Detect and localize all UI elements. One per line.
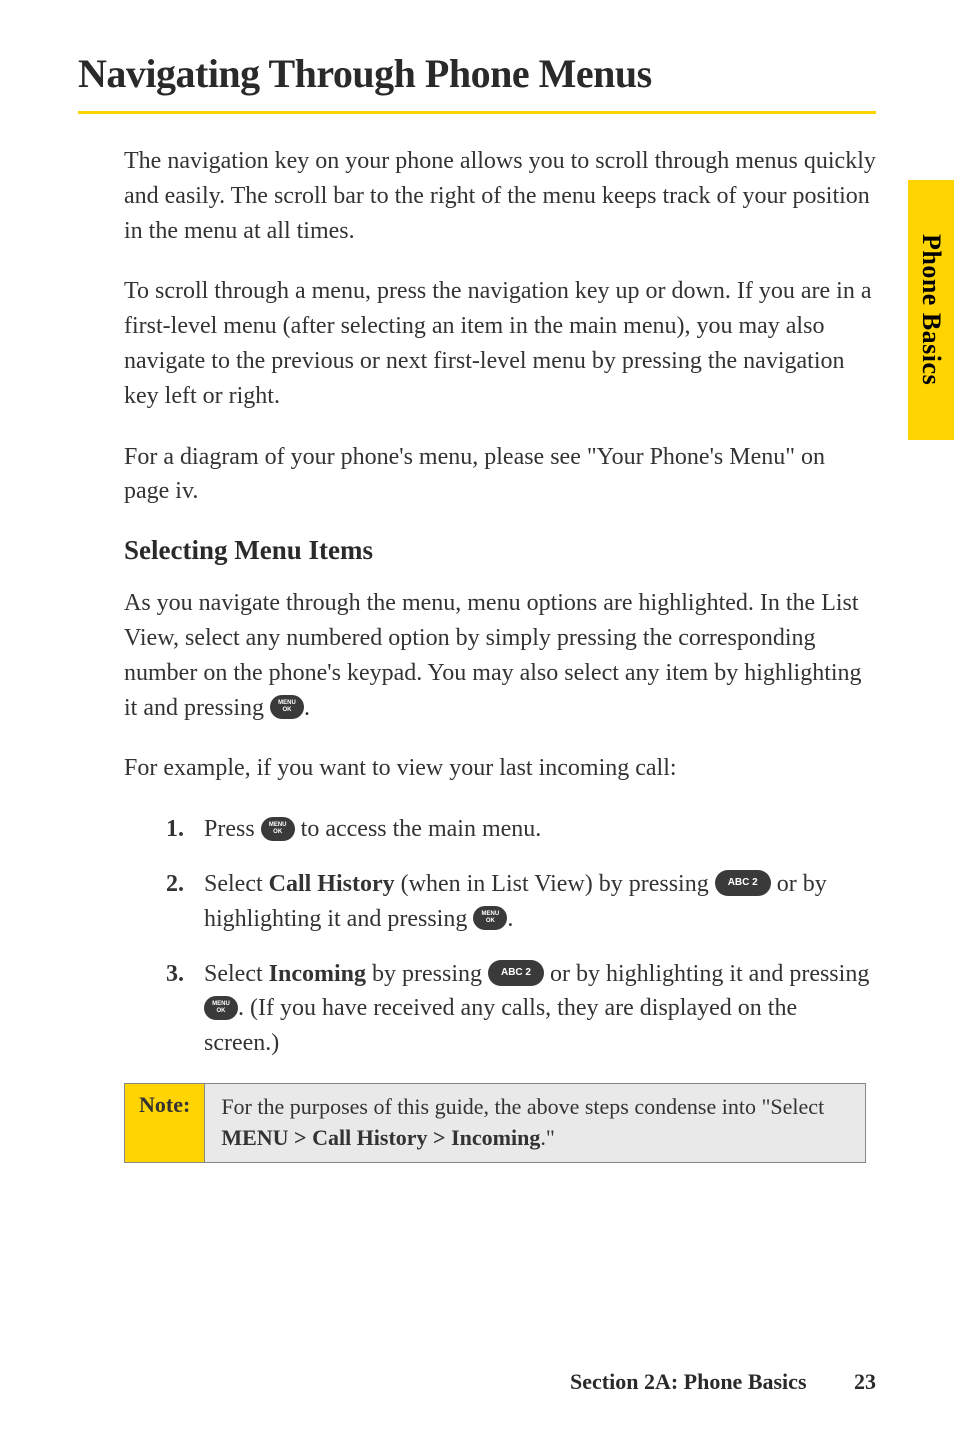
step3-d: . (If you have received any calls, they … (204, 995, 797, 1056)
list-number: 2. (166, 867, 204, 902)
footer-page-number: 23 (854, 1369, 876, 1395)
note-label: Note: (125, 1084, 205, 1162)
list-text: Press to access the main menu. (204, 812, 876, 847)
step3-bold1: Incoming (269, 961, 366, 987)
note-box: Note: For the purposes of this guide, th… (124, 1083, 866, 1163)
step1-b: to access the main menu. (295, 816, 542, 842)
list-item: 2. Select Call History (when in List Vie… (166, 867, 876, 937)
step2-a: Select (204, 871, 269, 897)
body-paragraph-1: The navigation key on your phone allows … (124, 144, 876, 248)
list-item: 1. Press to access the main menu. (166, 812, 876, 847)
para4-text-b: . (304, 695, 310, 721)
menu-ok-icon (270, 695, 304, 719)
menu-ok-icon (261, 817, 295, 841)
para4-text-a: As you navigate through the menu, menu o… (124, 590, 862, 720)
menu-ok-icon (473, 906, 507, 930)
step2-d: . (507, 906, 513, 932)
menu-ok-icon (204, 996, 238, 1020)
step3-a: Select (204, 961, 269, 987)
abc2-key-icon: ABC 2 (488, 960, 544, 986)
step3-b: by pressing (366, 961, 488, 987)
page-footer: Section 2A: Phone Basics 23 (570, 1369, 876, 1395)
page-title: Navigating Through Phone Menus (78, 50, 876, 97)
step2-bold1: Call History (269, 871, 395, 897)
body-paragraph-5: For example, if you want to view your la… (124, 751, 876, 786)
step1-a: Press (204, 816, 261, 842)
section-subheading: Selecting Menu Items (124, 535, 876, 566)
note-bold: MENU > Call History > Incoming (221, 1125, 540, 1150)
note-body: For the purposes of this guide, the abov… (205, 1084, 865, 1162)
side-tab-label: Phone Basics (916, 234, 946, 385)
note-text-b: ." (540, 1125, 554, 1150)
title-underline (78, 111, 876, 114)
body-paragraph-3: For a diagram of your phone's menu, plea… (124, 440, 876, 510)
body-paragraph-2: To scroll through a menu, press the navi… (124, 274, 876, 413)
note-text-a: For the purposes of this guide, the abov… (221, 1094, 824, 1119)
step2-b: (when in List View) by pressing (395, 871, 715, 897)
list-item: 3. Select Incoming by pressing ABC 2 or … (166, 957, 876, 1061)
step3-c: or by highlighting it and pressing (544, 961, 869, 987)
list-text: Select Incoming by pressing ABC 2 or by … (204, 957, 876, 1061)
list-number: 1. (166, 812, 204, 847)
numbered-list: 1. Press to access the main menu. 2. Sel… (166, 812, 876, 1061)
list-text: Select Call History (when in List View) … (204, 867, 876, 937)
side-tab: Phone Basics (908, 180, 954, 440)
footer-section: Section 2A: Phone Basics (570, 1369, 807, 1394)
abc2-key-icon: ABC 2 (715, 870, 771, 896)
body-paragraph-4: As you navigate through the menu, menu o… (124, 586, 876, 725)
list-number: 3. (166, 957, 204, 992)
